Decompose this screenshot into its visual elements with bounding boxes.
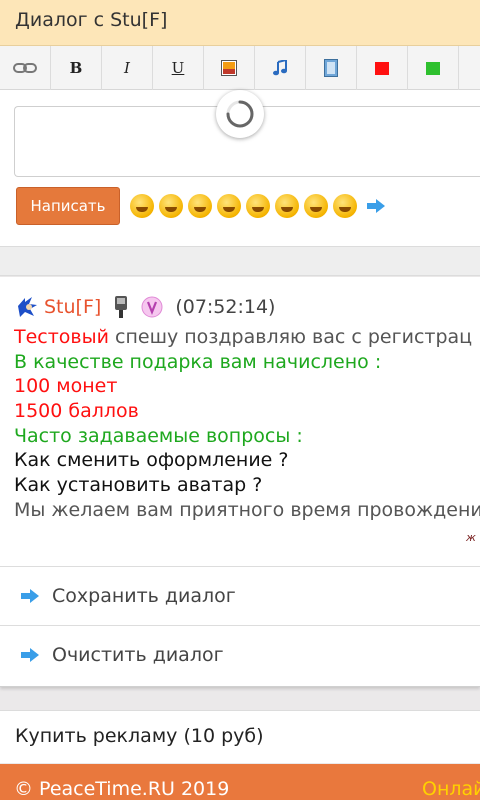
- site-footer: © PeaceTime.RU 2019 Онлай: [0, 764, 480, 800]
- dialog-title: Диалог с Stu[F]: [15, 9, 168, 31]
- more-smileys-arrow-icon[interactable]: [366, 199, 386, 213]
- send-button-label: Написать: [30, 197, 106, 215]
- red-swatch-icon: [375, 61, 389, 75]
- message-highlight: Тестовый: [14, 326, 109, 348]
- save-dialog-label: Сохранить диалог: [52, 585, 236, 607]
- link-icon: [13, 63, 37, 73]
- message-line-3: 100 монет: [14, 375, 118, 398]
- save-arrow-icon: [21, 589, 39, 603]
- grin-smiley-icon[interactable]: [130, 194, 154, 218]
- sender-nick[interactable]: Stu[F]: [44, 296, 101, 318]
- link-button[interactable]: [0, 46, 51, 90]
- smile-smiley-icon[interactable]: [188, 194, 212, 218]
- squint-smiley-icon[interactable]: [275, 194, 299, 218]
- loading-spinner: [216, 90, 264, 138]
- copyright-text: © PeaceTime.RU 2019: [14, 778, 230, 800]
- clear-dialog-button[interactable]: Очистить диалог: [0, 625, 480, 684]
- bold-icon: B: [69, 59, 83, 77]
- message-header: Stu[F] (07:52:14): [16, 294, 275, 320]
- underline-button[interactable]: U: [153, 46, 204, 90]
- save-dialog-button[interactable]: Сохранить диалог: [0, 566, 480, 625]
- toolbar-overflow: [459, 46, 480, 90]
- spinner-icon: [226, 100, 254, 128]
- message-line-8: Мы желаем вам приятного время провождени: [14, 498, 480, 521]
- vip-badge-icon: [141, 296, 163, 318]
- section-separator: [0, 246, 480, 276]
- online-link[interactable]: Онлай: [422, 778, 480, 800]
- format-toolbar: B I U: [0, 46, 480, 90]
- laugh-smiley-icon[interactable]: [159, 194, 183, 218]
- message-line-4: 1500 баллов: [14, 400, 139, 423]
- italic-button[interactable]: I: [102, 46, 153, 90]
- green-color-button[interactable]: [408, 46, 459, 90]
- sonic-avatar-icon[interactable]: [16, 296, 38, 318]
- message-time: (07:52:14): [175, 296, 276, 318]
- shocked-smiley-icon[interactable]: [217, 194, 241, 218]
- message-card: Stu[F] (07:52:14) Тестовый спешу поздрав…: [0, 277, 480, 687]
- tongue-smiley-icon[interactable]: [333, 194, 357, 218]
- bold-button[interactable]: B: [51, 46, 102, 90]
- red-color-button[interactable]: [357, 46, 408, 90]
- music-note-icon: [273, 60, 287, 76]
- user-rank-icon: [115, 296, 128, 318]
- image-button[interactable]: [204, 46, 255, 90]
- rofl-smiley-icon[interactable]: [246, 194, 270, 218]
- underline-icon: U: [171, 59, 185, 77]
- buy-ad-label: Купить рекламу (10 руб): [15, 725, 264, 747]
- faq-link-theme[interactable]: Как сменить оформление ?: [14, 448, 480, 473]
- message-line-5: Часто задаваемые вопросы :: [14, 424, 303, 447]
- clear-arrow-icon: [21, 648, 39, 662]
- message-line-1: Тестовый спешу поздравляю вас с регистра…: [14, 325, 480, 350]
- dialog-header: Диалог с Stu[F]: [0, 0, 480, 46]
- send-button[interactable]: Написать: [16, 187, 120, 225]
- wink-smiley-icon[interactable]: [304, 194, 328, 218]
- message-line-2: В качестве подарка вам начислено :: [14, 350, 382, 373]
- clear-dialog-label: Очистить диалог: [52, 644, 224, 666]
- music-button[interactable]: [255, 46, 306, 90]
- faq-link-avatar[interactable]: Как установить аватар ?: [14, 473, 480, 498]
- italic-icon: I: [124, 59, 130, 77]
- buy-ad-link[interactable]: Купить рекламу (10 руб): [0, 710, 480, 763]
- film-icon: [324, 59, 338, 77]
- video-button[interactable]: [306, 46, 357, 90]
- green-swatch-icon: [426, 61, 440, 75]
- message-line-text: спешу поздравляю вас с регистрац: [108, 326, 473, 348]
- smiley-bar: [130, 194, 386, 218]
- app-root: Диалог с Stu[F] B I U Написать Stu[F] (0…: [0, 0, 480, 800]
- image-icon: [221, 60, 237, 76]
- message-body: Тестовый спешу поздравляю вас с регистра…: [14, 325, 480, 523]
- message-signature: ж: [466, 531, 476, 544]
